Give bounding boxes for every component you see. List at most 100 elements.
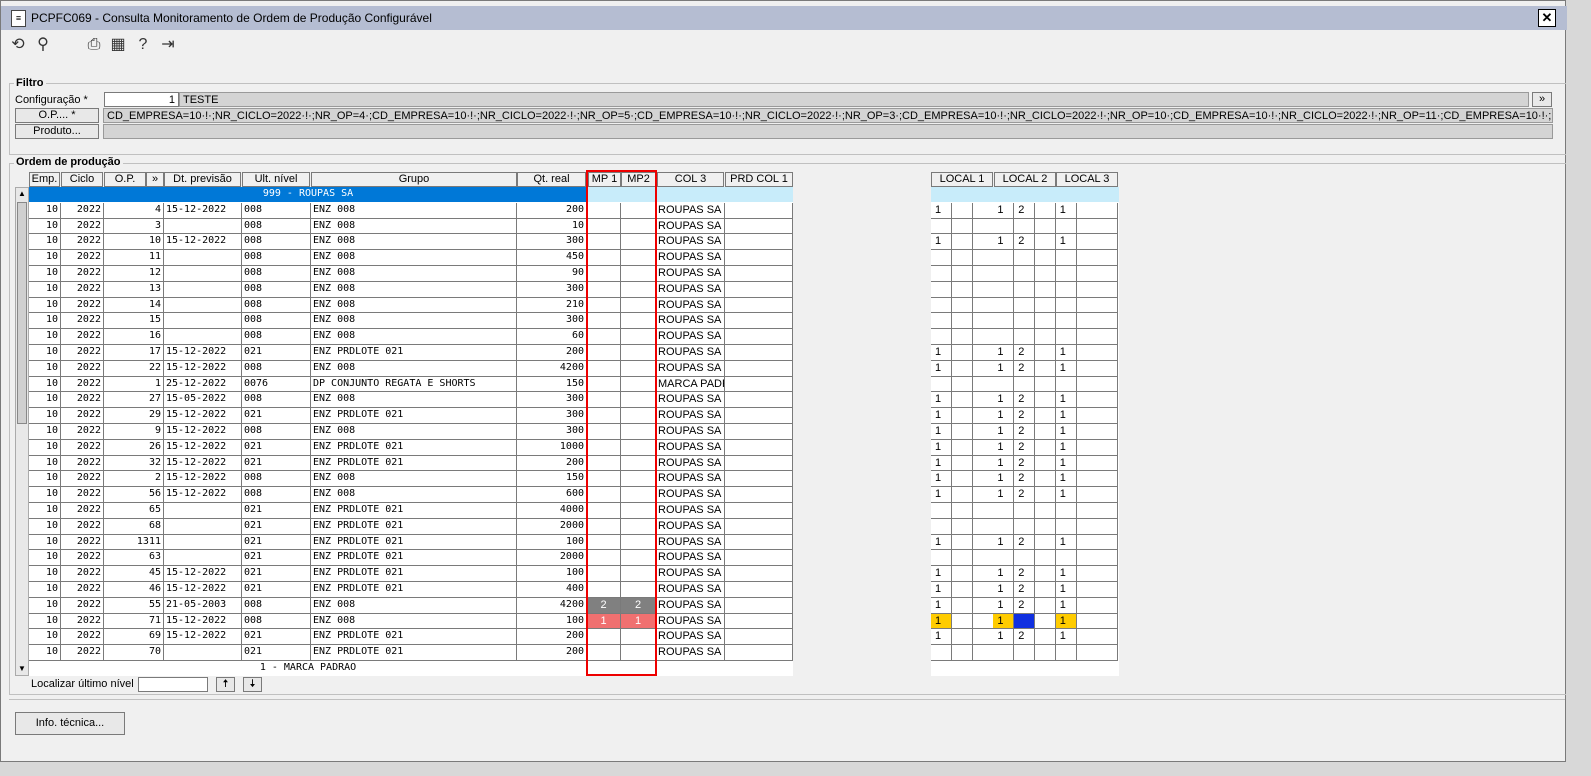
- local-cell[interactable]: [931, 218, 952, 235]
- cell-col3[interactable]: ROUPAS SA: [656, 550, 725, 567]
- cell-ciclo[interactable]: 2022: [61, 218, 104, 235]
- column-header[interactable]: PRD COL 1: [725, 172, 793, 187]
- local-cell[interactable]: 1: [993, 360, 1015, 377]
- local-cell[interactable]: [1097, 408, 1119, 424]
- local-cell[interactable]: [1076, 234, 1098, 251]
- local-cell[interactable]: 1: [1055, 582, 1077, 598]
- local-cell[interactable]: 1: [993, 487, 1015, 503]
- local-column-header[interactable]: LOCAL 1: [931, 172, 993, 187]
- local-cell[interactable]: 2: [1014, 392, 1036, 409]
- cell-dt[interactable]: 15-12-2022: [164, 202, 242, 219]
- cell-dt[interactable]: 15-12-2022: [164, 424, 242, 440]
- local-cell[interactable]: [993, 281, 1015, 298]
- local-cell[interactable]: [1097, 518, 1119, 535]
- local-cell[interactable]: 1: [993, 455, 1015, 472]
- local-cell[interactable]: [951, 487, 973, 503]
- local-cell[interactable]: [951, 645, 973, 661]
- local-cell[interactable]: [972, 455, 994, 472]
- local-cell[interactable]: [951, 518, 973, 535]
- local-cell[interactable]: [951, 424, 973, 440]
- local-cell[interactable]: [972, 281, 994, 298]
- local-cell[interactable]: [1055, 250, 1077, 266]
- local-cell[interactable]: [972, 250, 994, 266]
- cell-emp[interactable]: 10: [29, 408, 61, 424]
- cell-emp[interactable]: 10: [29, 597, 61, 614]
- cell-op[interactable]: 2: [104, 471, 164, 488]
- cell-emp[interactable]: 10: [29, 566, 61, 582]
- local-cell[interactable]: [1097, 218, 1119, 235]
- cell-col3[interactable]: ROUPAS SA: [656, 424, 725, 440]
- cell-qt[interactable]: 200: [517, 629, 587, 646]
- local-cell[interactable]: 1: [931, 439, 952, 456]
- local-cell[interactable]: [1055, 518, 1077, 535]
- local-cell[interactable]: [1076, 424, 1098, 440]
- cell-mp1[interactable]: [587, 503, 621, 519]
- local-cell[interactable]: 2: [1014, 234, 1036, 251]
- cell-op[interactable]: 1311: [104, 534, 164, 551]
- local-cell[interactable]: [993, 376, 1015, 393]
- local-cell[interactable]: [951, 392, 973, 409]
- cell-mp2[interactable]: 1: [621, 613, 656, 630]
- cell-mp2[interactable]: [621, 266, 656, 282]
- cell-col3[interactable]: ROUPAS SA: [656, 597, 725, 614]
- local-cell[interactable]: [951, 234, 973, 251]
- local-cell[interactable]: [993, 329, 1015, 345]
- cell-mp2[interactable]: [621, 376, 656, 393]
- local-cell[interactable]: 1: [931, 424, 952, 440]
- cell-op[interactable]: 65: [104, 503, 164, 519]
- cell-op[interactable]: 27: [104, 392, 164, 409]
- cell-ciclo[interactable]: 2022: [61, 360, 104, 377]
- local-cell[interactable]: [993, 250, 1015, 266]
- local-cell[interactable]: [1035, 582, 1056, 598]
- cell-dt[interactable]: 15-12-2022: [164, 455, 242, 472]
- local-cell[interactable]: [1035, 566, 1056, 582]
- local-cell[interactable]: 1: [993, 408, 1015, 424]
- cell-dt[interactable]: 15-12-2022: [164, 566, 242, 582]
- local-cell[interactable]: [1097, 487, 1119, 503]
- local-cell[interactable]: [1076, 487, 1098, 503]
- cell-ciclo[interactable]: 2022: [61, 629, 104, 646]
- local-cell[interactable]: 2: [1014, 487, 1036, 503]
- cell-emp[interactable]: 10: [29, 345, 61, 361]
- local-cell[interactable]: [1035, 534, 1056, 551]
- cell-col3[interactable]: ROUPAS SA: [656, 281, 725, 298]
- cell-grupo[interactable]: ENZ PRDLOTE 021: [311, 534, 517, 551]
- search-up-button[interactable]: 🠅: [216, 677, 235, 692]
- local-cell[interactable]: 1: [931, 345, 952, 361]
- local-cell[interactable]: [1035, 297, 1056, 314]
- local-cell[interactable]: [1014, 645, 1036, 661]
- local-cell[interactable]: [1097, 360, 1119, 377]
- cell-qt[interactable]: 2000: [517, 518, 587, 535]
- local-cell[interactable]: [951, 408, 973, 424]
- cell-nivel[interactable]: 0076: [242, 376, 311, 393]
- cell-mp2[interactable]: [621, 297, 656, 314]
- column-header[interactable]: Emp.: [29, 172, 60, 187]
- local-cell[interactable]: 1: [931, 582, 952, 598]
- op-button[interactable]: O.P.... *: [15, 108, 99, 123]
- cell-grupo[interactable]: ENZ 008: [311, 329, 517, 345]
- cell-grupo[interactable]: ENZ 008: [311, 202, 517, 219]
- cell-dt[interactable]: 15-12-2022: [164, 408, 242, 424]
- cell-mp1[interactable]: [587, 281, 621, 298]
- local-cell[interactable]: [951, 471, 973, 488]
- cell-dt[interactable]: [164, 645, 242, 661]
- expand-button[interactable]: »: [1532, 92, 1552, 107]
- local-cell[interactable]: [993, 503, 1015, 519]
- local-cell[interactable]: 1: [931, 534, 952, 551]
- local-cell[interactable]: [1035, 360, 1056, 377]
- cell-emp[interactable]: 10: [29, 629, 61, 646]
- cell-mp1[interactable]: [587, 471, 621, 488]
- local-cell[interactable]: 1: [1055, 534, 1077, 551]
- local-column-header[interactable]: LOCAL 2: [994, 172, 1056, 187]
- local-cell[interactable]: [1076, 376, 1098, 393]
- cell-qt[interactable]: 300: [517, 408, 587, 424]
- local-cell[interactable]: 2: [1014, 471, 1036, 488]
- cell-ciclo[interactable]: 2022: [61, 645, 104, 661]
- cell-dt[interactable]: 25-12-2022: [164, 376, 242, 393]
- local-cell[interactable]: 1: [993, 534, 1015, 551]
- local-cell[interactable]: [1055, 376, 1077, 393]
- cell-prd[interactable]: [725, 266, 793, 282]
- local-cell[interactable]: 1: [1055, 234, 1077, 251]
- local-cell[interactable]: [1097, 471, 1119, 488]
- cell-qt[interactable]: 300: [517, 234, 587, 251]
